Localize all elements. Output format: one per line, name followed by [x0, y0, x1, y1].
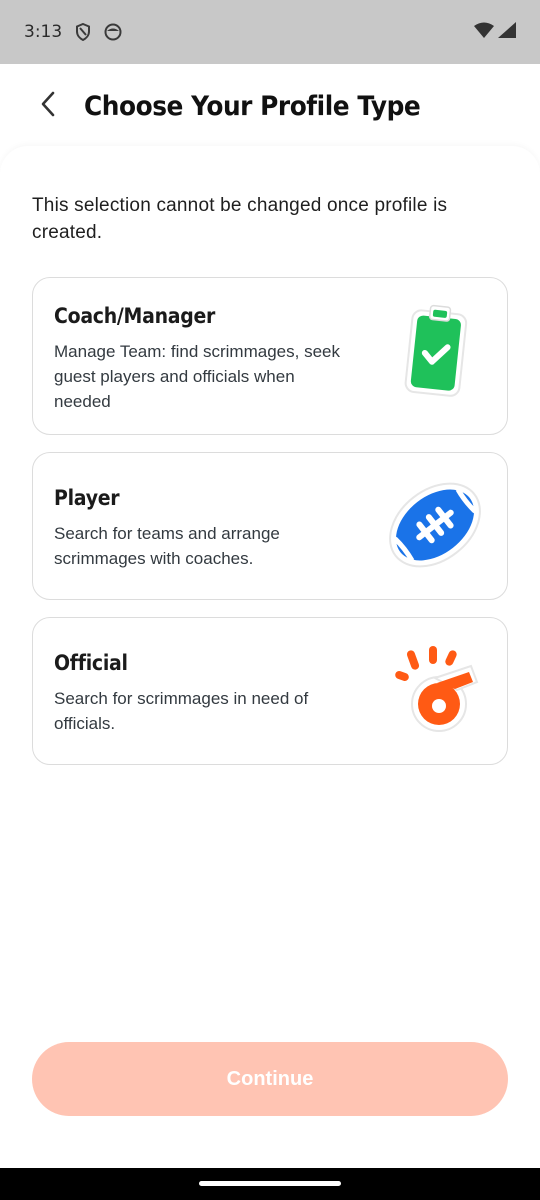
app-header: Choose Your Profile Type: [0, 64, 540, 148]
profile-card-description: Manage Team: find scrimmages, seek guest…: [54, 342, 340, 411]
profile-card-description: Search for teams and arrange scrimmages …: [54, 524, 280, 568]
profile-card-official[interactable]: Official Search for scrimmages in need o…: [32, 617, 508, 765]
wifi-icon: [474, 22, 494, 43]
profile-card-player[interactable]: Player Search for teams and arrange scri…: [32, 452, 508, 600]
back-button[interactable]: [26, 84, 70, 128]
content-sheet: This selection cannot be changed once pr…: [0, 146, 540, 1168]
football-icon: [385, 475, 485, 575]
shield-icon: [74, 23, 92, 41]
chevron-left-icon: [40, 91, 56, 122]
signal-icon: [498, 21, 516, 43]
clipboard-check-icon: [385, 302, 485, 402]
home-indicator[interactable]: [199, 1181, 341, 1186]
profile-card-title: Player: [54, 486, 120, 510]
face-icon: [104, 23, 122, 41]
page-title: Choose Your Profile Type: [84, 90, 421, 122]
profile-card-title: Official: [54, 651, 128, 675]
profile-card-description: Search for scrimmages in need of officia…: [54, 689, 309, 733]
system-nav-bar: [0, 1168, 540, 1200]
status-bar: 3:13: [0, 0, 540, 64]
continue-button[interactable]: Continue: [32, 1042, 508, 1116]
profile-card-title: Coach/Manager: [54, 304, 216, 328]
whistle-icon: [385, 642, 485, 742]
selection-warning: This selection cannot be changed once pr…: [32, 195, 448, 243]
profile-card-coach[interactable]: Coach/Manager Manage Team: find scrimmag…: [32, 277, 508, 435]
status-time: 3:13: [24, 22, 63, 42]
